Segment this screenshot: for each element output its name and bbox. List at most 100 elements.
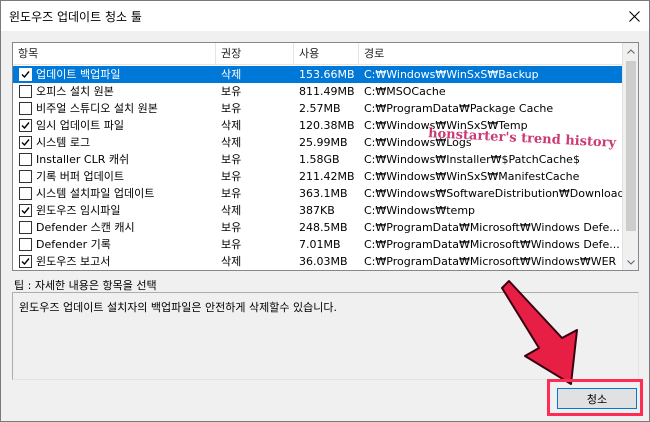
row-path-cell: C:₩Windows₩Installer₩$PatchCache$	[364, 153, 580, 166]
close-button[interactable]	[619, 1, 649, 31]
window-title: 윈도우즈 업데이트 청소 툴	[9, 10, 142, 24]
row-path-cell: C:₩ProgramData₩Microsoft₩Windows Defe...	[364, 221, 620, 234]
row-path-cell: C:₩Windows₩SoftwareDistribution₩Download	[364, 187, 624, 200]
row-size-cell: 811.49MB	[299, 85, 355, 98]
row-action-cell: 보유	[221, 187, 242, 200]
row-name-label: 윈도우즈 임시파일	[36, 204, 121, 217]
row-action-cell: 삭제	[221, 204, 242, 217]
table-row[interactable]: 비주얼 스튜디오 설치 원본 보유 2.57MB C:₩ProgramData₩Pac…	[13, 100, 624, 117]
row-checkbox[interactable]	[19, 204, 32, 217]
chevron-up-icon	[627, 48, 635, 54]
row-name-label: 윈도우즈 보고서	[36, 255, 111, 268]
row-checkbox[interactable]	[19, 153, 32, 166]
row-action-cell: 보유	[221, 238, 242, 251]
row-path-cell: C:₩ProgramData₩Microsoft₩Windows₩WER	[364, 255, 617, 268]
table-row[interactable]: 업데이트 백업파일 삭제 153.66MB C:₩Windows₩WinSxS₩Bac…	[13, 66, 624, 83]
checkmark-icon	[21, 122, 30, 130]
row-action-cell: 삭제	[221, 136, 242, 149]
row-name-label: 오피스 설치 원본	[36, 85, 114, 98]
table-row[interactable]: Defender 기록 보유 7.01MB C:₩ProgramData₩Micros…	[13, 236, 624, 253]
row-path-cell: C:₩Windows₩temp	[364, 204, 476, 217]
row-checkbox[interactable]	[19, 119, 32, 132]
row-size-cell: 153.66MB	[299, 68, 355, 81]
row-size-cell: 248.5MB	[299, 221, 348, 234]
row-action-cell: 보유	[221, 221, 242, 234]
row-checkbox[interactable]	[19, 102, 32, 115]
cleanup-items-list[interactable]: 항목 권장 사용 경로 업데이트 백업파일 삭제 153.66MB C:₩Window…	[12, 42, 639, 271]
row-name-label: 시스템 설치파일 업데이트	[36, 187, 155, 200]
table-row[interactable]: 기록 버퍼 업데이트 보유 211.42MB C:₩Windows₩WinSxS₩Ma…	[13, 168, 624, 185]
scroll-up-button[interactable]	[623, 43, 638, 59]
row-checkbox[interactable]	[19, 255, 32, 268]
row-checkbox[interactable]	[19, 170, 32, 183]
column-header-size[interactable]: 사용	[294, 43, 359, 65]
table-row[interactable]: 오피스 설치 원본 보유 811.49MB C:₩MSOCache	[13, 83, 624, 100]
table-row[interactable]: Defender 스캔 캐시 보유 248.5MB C:₩ProgramData₩Mi…	[13, 219, 624, 236]
row-name-label: Installer CLR 캐쉬	[36, 153, 130, 166]
list-rows: 업데이트 백업파일 삭제 153.66MB C:₩Windows₩WinSxS₩Bac…	[13, 66, 624, 270]
row-name-label: 기록 버퍼 업데이트	[36, 170, 124, 183]
column-header-action[interactable]: 권장	[216, 43, 294, 65]
row-action-cell: 삭제	[221, 68, 242, 81]
row-size-cell: 1.58GB	[299, 153, 340, 166]
checkmark-icon	[21, 258, 30, 266]
row-name-cell: Defender 스캔 캐시	[13, 219, 216, 236]
row-action-cell: 삭제	[221, 255, 242, 268]
vertical-scrollbar[interactable]	[622, 43, 638, 270]
close-icon	[628, 10, 640, 22]
row-checkbox[interactable]	[19, 187, 32, 200]
row-size-cell: 387KB	[299, 204, 335, 217]
row-name-cell: 오피스 설치 원본	[13, 83, 216, 100]
row-path-cell: C:₩Windows₩WinSxS₩ManifestCache	[364, 170, 580, 183]
row-name-cell: 기록 버퍼 업데이트	[13, 168, 216, 185]
row-name-label: Defender 기록	[36, 238, 111, 251]
row-name-cell: 윈도우즈 임시파일	[13, 202, 216, 219]
row-size-cell: 2.57MB	[299, 102, 341, 115]
table-row[interactable]: 시스템 설치파일 업데이트 보유 363.1MB C:₩Windows₩Softwar…	[13, 185, 624, 202]
row-checkbox[interactable]	[19, 238, 32, 251]
list-header: 항목 권장 사용 경로	[13, 43, 624, 65]
row-checkbox[interactable]	[19, 85, 32, 98]
row-checkbox[interactable]	[19, 221, 32, 234]
row-action-cell: 보유	[221, 170, 242, 183]
row-path-cell: C:₩ProgramData₩Package Cache	[364, 102, 554, 115]
clean-button[interactable]: 청소	[557, 388, 637, 409]
row-name-cell: 시스템 설치파일 업데이트	[13, 185, 216, 202]
checkmark-icon	[21, 139, 30, 147]
row-name-label: 시스템 로그	[36, 136, 91, 149]
column-header-path[interactable]: 경로	[359, 43, 624, 65]
row-name-cell: Installer CLR 캐쉬	[13, 151, 216, 168]
row-name-cell: Defender 기록	[13, 236, 216, 253]
chevron-down-icon	[627, 259, 635, 265]
row-action-cell: 보유	[221, 153, 242, 166]
row-size-cell: 7.01MB	[299, 238, 341, 251]
scrollbar-thumb[interactable]	[626, 61, 636, 231]
row-name-cell: 시스템 로그	[13, 134, 216, 151]
table-row[interactable]: 윈도우즈 보고서 삭제 36.03MB C:₩ProgramData₩Microsof…	[13, 253, 624, 270]
row-checkbox[interactable]	[19, 68, 32, 81]
description-text: 윈도우즈 업데이트 설치자의 백업파일은 안전하게 삭제할수 있습니다.	[19, 301, 337, 314]
title-bar: 윈도우즈 업데이트 청소 툴	[1, 1, 649, 31]
row-size-cell: 363.1MB	[299, 187, 348, 200]
row-name-cell: 임시 업데이트 파일	[13, 117, 216, 134]
row-size-cell: 211.42MB	[299, 170, 355, 183]
scroll-down-button[interactable]	[623, 254, 638, 270]
checkmark-icon	[21, 71, 30, 79]
row-name-label: Defender 스캔 캐시	[36, 221, 135, 234]
row-path-cell: C:₩MSOCache	[364, 85, 446, 98]
row-name-label: 비주얼 스튜디오 설치 원본	[36, 102, 158, 115]
row-size-cell: 25.99MB	[299, 136, 348, 149]
row-checkbox[interactable]	[19, 136, 32, 149]
row-path-cell: C:₩ProgramData₩Microsoft₩Windows Defe...	[364, 238, 620, 251]
row-action-cell: 삭제	[221, 119, 242, 132]
row-action-cell: 보유	[221, 85, 242, 98]
row-size-cell: 120.38MB	[299, 119, 355, 132]
description-box: 윈도우즈 업데이트 설치자의 백업파일은 안전하게 삭제할수 있습니다.	[12, 292, 639, 380]
table-row[interactable]: Installer CLR 캐쉬 보유 1.58GB C:₩Windows₩Insta…	[13, 151, 624, 168]
row-action-cell: 보유	[221, 102, 242, 115]
row-size-cell: 36.03MB	[299, 255, 348, 268]
row-name-cell: 업데이트 백업파일	[13, 66, 216, 83]
row-name-label: 업데이트 백업파일	[36, 68, 121, 81]
column-header-name[interactable]: 항목	[13, 43, 216, 65]
table-row[interactable]: 윈도우즈 임시파일 삭제 387KB C:₩Windows₩temp	[13, 202, 624, 219]
